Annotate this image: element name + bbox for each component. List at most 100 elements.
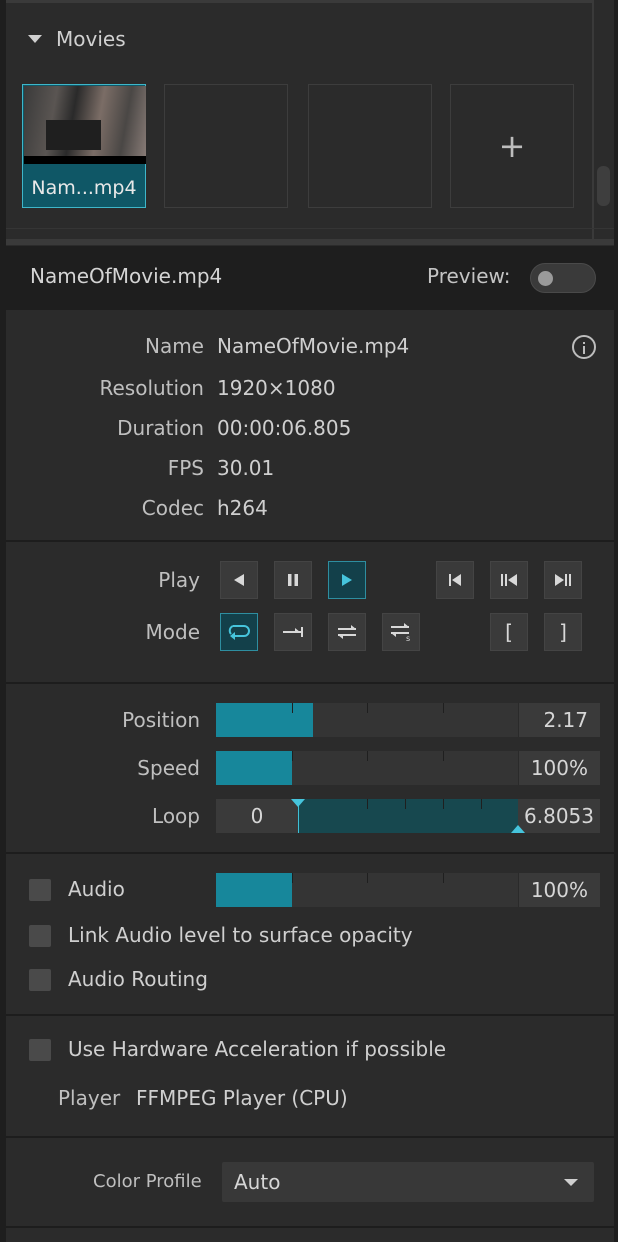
step-forward-button[interactable] xyxy=(544,561,582,599)
audio-routing-label: Audio Routing xyxy=(68,967,208,991)
property-value-resolution: 1920×1080 xyxy=(217,376,336,400)
speed-slider[interactable]: 100% xyxy=(216,751,600,785)
slider-tick xyxy=(367,873,368,883)
slider-tick xyxy=(443,751,444,761)
divider xyxy=(6,1014,614,1016)
movie-thumbnail-empty[interactable] xyxy=(164,84,288,208)
play-forward-button[interactable] xyxy=(328,561,366,599)
hardware-accel-label: Use Hardware Acceleration if possible xyxy=(68,1037,447,1061)
movies-section-label: Movies xyxy=(56,27,126,51)
movies-scrollbar-thumb[interactable] xyxy=(597,166,610,206)
link-audio-checkbox[interactable] xyxy=(29,925,51,947)
audio-checkbox[interactable] xyxy=(29,879,51,901)
color-profile-value: Auto xyxy=(234,1170,281,1194)
slider-tick xyxy=(405,799,406,809)
play-backward-button[interactable] xyxy=(220,561,258,599)
divider xyxy=(6,228,614,229)
svg-text:s: s xyxy=(406,634,410,642)
divider xyxy=(6,852,614,854)
pause-button[interactable] xyxy=(274,561,312,599)
plus-icon: + xyxy=(498,127,526,165)
splitter-handle[interactable] xyxy=(6,239,614,245)
position-label: Position xyxy=(122,708,200,732)
panel-top-edge xyxy=(6,0,592,3)
property-label-codec: Codec xyxy=(141,496,204,520)
movie-thumbnail-empty[interactable] xyxy=(308,84,432,208)
movie-thumbnail-selected[interactable]: Nam...mp4 xyxy=(22,84,146,208)
slider-tick xyxy=(443,703,444,713)
divider xyxy=(6,540,614,542)
color-profile-label: Color Profile xyxy=(93,1171,202,1192)
mode-once-button[interactable] xyxy=(274,613,312,651)
chevron-down-icon xyxy=(564,1179,578,1186)
preview-toggle[interactable] xyxy=(530,263,596,293)
ping-pong-stop-icon: s xyxy=(391,623,410,642)
play-label: Play xyxy=(158,568,200,592)
player-label: Player xyxy=(58,1086,121,1110)
slider-tick xyxy=(443,873,444,883)
movie-thumbnail-image xyxy=(24,86,146,164)
link-audio-label: Link Audio level to surface opacity xyxy=(68,923,413,947)
hardware-accel-checkbox[interactable] xyxy=(29,1039,51,1061)
bracket-close-icon: ] xyxy=(559,620,567,644)
speed-label: Speed xyxy=(137,756,200,780)
player-value: FFMPEG Player (CPU) xyxy=(136,1086,348,1110)
mode-label: Mode xyxy=(145,620,201,644)
slider-tick xyxy=(292,873,293,883)
pause-icon xyxy=(288,574,298,586)
loop-label: Loop xyxy=(152,804,200,828)
property-label-fps: FPS xyxy=(167,456,204,480)
once-icon xyxy=(283,627,303,637)
divider xyxy=(6,1226,614,1228)
property-value-codec: h264 xyxy=(217,496,268,520)
loop-end-value[interactable]: 6.8053 xyxy=(518,799,600,833)
speed-slider-fill xyxy=(216,751,292,785)
movie-title: NameOfMovie.mp4 xyxy=(30,264,223,288)
add-movie-button[interactable]: + xyxy=(450,84,574,208)
slider-tick xyxy=(367,703,368,713)
panel-right-edge xyxy=(614,0,618,1242)
info-icon[interactable] xyxy=(572,335,596,359)
set-loop-in-button[interactable]: [ xyxy=(490,613,528,651)
position-slider[interactable]: 2.17 xyxy=(216,703,600,737)
skip-to-start-button[interactable] xyxy=(436,561,474,599)
mode-loop-button[interactable] xyxy=(220,613,258,651)
step-forward-icon xyxy=(555,574,571,586)
audio-level-slider[interactable]: 100% xyxy=(216,873,600,907)
slider-tick xyxy=(292,703,293,713)
speed-value[interactable]: 100% xyxy=(518,751,600,785)
loop-start-value[interactable]: 0 xyxy=(216,799,298,833)
audio-routing-checkbox[interactable] xyxy=(29,969,51,991)
audio-value[interactable]: 100% xyxy=(518,873,600,907)
step-back-icon xyxy=(501,574,517,586)
audio-slider-fill xyxy=(216,873,292,907)
set-loop-out-button[interactable]: ] xyxy=(544,613,582,651)
property-label-duration: Duration xyxy=(117,416,204,440)
loop-start-handle[interactable] xyxy=(291,799,305,807)
property-value-duration: 00:00:06.805 xyxy=(217,416,352,440)
step-back-button[interactable] xyxy=(490,561,528,599)
property-value-name: NameOfMovie.mp4 xyxy=(217,334,410,358)
divider xyxy=(6,682,614,684)
slider-tick xyxy=(367,751,368,761)
property-label-resolution: Resolution xyxy=(99,376,204,400)
divider xyxy=(6,1136,614,1138)
slider-tick xyxy=(481,799,482,809)
slider-tick xyxy=(367,799,368,809)
mode-ping-pong-stop-button[interactable]: s xyxy=(382,613,420,651)
movies-section-header[interactable]: Movies xyxy=(28,24,126,54)
bracket-open-icon: [ xyxy=(505,620,513,644)
play-forward-icon xyxy=(342,574,352,586)
mode-ping-pong-button[interactable] xyxy=(328,613,366,651)
color-profile-select[interactable]: Auto xyxy=(222,1162,594,1202)
audio-label: Audio xyxy=(68,877,125,901)
movie-thumbnail-label: Nam...mp4 xyxy=(31,177,137,199)
loop-range-fill[interactable] xyxy=(298,799,520,833)
property-value-fps: 30.01 xyxy=(217,456,275,480)
preview-label: Preview: xyxy=(427,264,511,288)
position-value[interactable]: 2.17 xyxy=(518,703,600,737)
loop-range-slider[interactable]: 0 6.8053 xyxy=(216,799,600,833)
loop-icon xyxy=(228,625,250,640)
chevron-down-icon xyxy=(28,35,42,43)
loop-end-handle[interactable] xyxy=(511,825,525,833)
